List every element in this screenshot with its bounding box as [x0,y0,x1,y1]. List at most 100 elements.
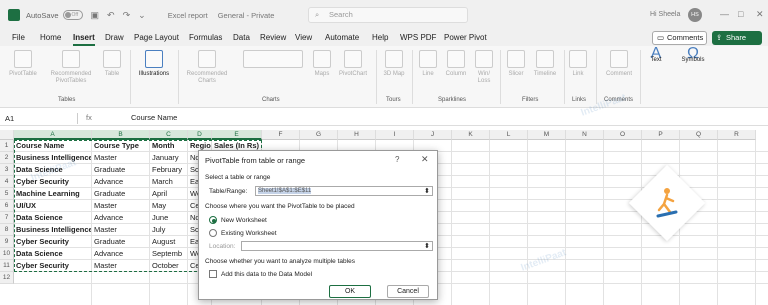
save-icon[interactable]: ▣ [91,10,100,21]
data-model-label[interactable]: Add this data to the Data Model [221,271,312,278]
comment-label: Comment [605,71,632,77]
column-header-h[interactable]: H [338,130,376,140]
autosave-toggle[interactable]: Off [62,10,83,20]
row-header-7[interactable]: 7 [0,212,14,224]
link-button[interactable]: Link [566,50,590,78]
column-header-o[interactable]: O [604,130,642,140]
tab-formulas[interactable]: Formulas [189,33,222,42]
column-header-k[interactable]: K [452,130,490,140]
column-header-q[interactable]: Q [680,130,718,140]
sparkline-winloss-button[interactable]: Win/ Loss [472,50,496,85]
row-header-1[interactable]: 1 [0,140,14,152]
symbols-button[interactable]: Ω Symbols [674,46,712,64]
existing-worksheet-label[interactable]: Existing Worksheet [221,230,277,237]
tab-power-pivot[interactable]: Power Pivot [444,33,487,42]
row-header-3[interactable]: 3 [0,164,14,176]
cancel-button[interactable]: Cancel [387,285,429,298]
row-header-9[interactable]: 9 [0,236,14,248]
table-button[interactable]: Table [100,50,124,78]
close-window-icon[interactable]: ✕ [756,9,764,20]
tab-insert[interactable]: Insert [73,33,95,42]
comment-button[interactable]: Comment [602,50,636,78]
grid-line [565,140,566,305]
pivotchart-button[interactable]: PivotChart [336,50,370,78]
name-box[interactable]: A1 [2,113,78,124]
column-header-b[interactable]: B [92,130,150,140]
tab-page-layout[interactable]: Page Layout [134,33,179,42]
recommended-charts-button[interactable]: Recommended Charts [180,50,234,85]
column-header-r[interactable]: R [718,130,756,140]
row-header-10[interactable]: 10 [0,248,14,260]
row-header-12[interactable]: 12 [0,272,14,284]
column-header-g[interactable]: G [300,130,338,140]
column-header-c[interactable]: C [150,130,188,140]
avatar[interactable]: HS [688,8,702,22]
tab-home[interactable]: Home [40,33,61,42]
column-header-d[interactable]: D [188,130,212,140]
tab-automate[interactable]: Automate [325,33,359,42]
location-input[interactable] [241,241,433,251]
sparkline-column-label: Column [445,71,467,77]
text-button[interactable]: A Text [644,46,668,64]
sensitivity-label[interactable]: General - Private [218,11,275,20]
3d-map-button[interactable]: 3D Map [380,50,408,78]
recommended-pivottables-button[interactable]: Recommended PivotTables [44,50,98,85]
column-header-m[interactable]: M [528,130,566,140]
tab-data[interactable]: Data [233,33,250,42]
sparkline-line-button[interactable]: Line [416,50,440,78]
ribbon-separator [376,50,377,104]
new-worksheet-label[interactable]: New Worksheet [221,217,267,224]
range-select-icon[interactable]: ⬍ [424,187,430,195]
help-icon[interactable]: ? [395,155,399,164]
row-header-2[interactable]: 2 [0,152,14,164]
chart-type-buttons[interactable] [238,50,308,71]
share-button[interactable]: ⇪ Share [712,31,762,45]
ribbon-separator [596,50,597,104]
maximize-icon[interactable]: □ [738,9,743,19]
sparkline-column-button[interactable]: Column [442,50,470,78]
tab-wps-pdf[interactable]: WPS PDF [400,33,436,42]
timeline-button[interactable]: Timeline [530,50,560,78]
tab-review[interactable]: Review [260,33,286,42]
grid-line [451,140,452,305]
redo-icon[interactable]: ↷ [123,10,131,21]
undo-icon[interactable]: ↶ [107,10,115,21]
location-select-icon[interactable]: ⬍ [424,242,430,250]
fx-icon[interactable]: fx [86,113,92,122]
illustrations-button[interactable]: Illustrations [134,50,174,78]
existing-worksheet-radio[interactable] [209,229,217,237]
column-header-i[interactable]: I [376,130,414,140]
comments-button[interactable]: ▭ Comments [652,31,707,45]
column-header-n[interactable]: N [566,130,604,140]
grid-line [641,140,642,305]
formula-input[interactable]: Course Name [131,113,177,122]
data-model-checkbox[interactable] [209,270,217,278]
select-all-corner[interactable] [0,130,14,140]
minimize-icon[interactable]: — [720,9,729,19]
column-header-e[interactable]: E [212,130,262,140]
group-sparklines: Sparklines [438,97,467,103]
row-header-5[interactable]: 5 [0,188,14,200]
slicer-button[interactable]: Slicer [504,50,528,78]
row-header-6[interactable]: 6 [0,200,14,212]
column-header-p[interactable]: P [642,130,680,140]
customize-icon[interactable]: ⌄ [138,10,146,21]
column-header-f[interactable]: F [262,130,300,140]
pivottable-button[interactable]: PivotTable [8,50,38,78]
row-header-8[interactable]: 8 [0,224,14,236]
column-header-j[interactable]: J [414,130,452,140]
column-header-l[interactable]: L [490,130,528,140]
new-worksheet-radio[interactable] [209,216,217,224]
maps-button[interactable]: Maps [310,50,334,78]
tab-view[interactable]: View [295,33,312,42]
column-header-a[interactable]: A [14,130,92,140]
table-range-input[interactable]: Sheet1!$A$1:$E$11 [255,186,433,196]
row-header-11[interactable]: 11 [0,260,14,272]
tab-help[interactable]: Help [372,33,388,42]
close-icon[interactable]: ✕ [421,154,429,165]
tab-draw[interactable]: Draw [105,33,124,42]
tab-file[interactable]: File [12,33,25,42]
row-header-4[interactable]: 4 [0,176,14,188]
ok-button[interactable]: OK [329,285,371,298]
search-input[interactable]: ⌕ Search [308,7,468,23]
